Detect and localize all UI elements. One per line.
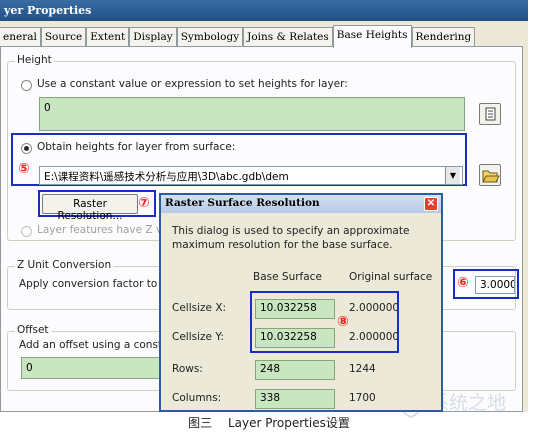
- tab-source[interactable]: Source: [40, 27, 87, 47]
- window-titlebar: yer Properties: [0, 0, 528, 21]
- raster-surface-resolution-dialog: Raster Surface Resolution ✕ This dialog …: [159, 193, 443, 412]
- z-unit-text: Apply conversion factor to pl: [19, 278, 171, 290]
- offset-text: Add an offset using a consta: [19, 339, 169, 351]
- dialog-titlebar: Raster Surface Resolution ✕: [161, 195, 441, 213]
- columns-original: 1700: [349, 392, 376, 404]
- tab-rendering[interactable]: Rendering: [411, 27, 476, 47]
- expression-button[interactable]: [479, 103, 501, 125]
- constant-value-field[interactable]: 0: [39, 97, 465, 131]
- offset-group-label: Offset: [15, 324, 51, 336]
- height-group-label: Height: [15, 54, 54, 66]
- column-original-surface: Original surface: [349, 271, 433, 283]
- raster-resolution-button[interactable]: Raster Resolution...: [42, 194, 138, 222]
- tab-joins-relates[interactable]: Joins & Relates: [243, 27, 333, 47]
- tab-general[interactable]: eneral: [0, 27, 41, 47]
- cellsize-highlight-box: [250, 291, 399, 353]
- marker-8: ⑧: [337, 314, 349, 330]
- z-factor-field[interactable]: 3.0000: [475, 276, 515, 294]
- tab-display[interactable]: Display: [129, 27, 177, 47]
- layer-features-radio[interactable]: [21, 226, 32, 237]
- tab-strip: eneral Source Extent Display Symbology J…: [0, 25, 476, 48]
- figure-caption: 图三 Layer Properties设置: [188, 416, 350, 430]
- screenshot: yer Properties eneral Source Extent Disp…: [0, 0, 538, 439]
- cellsize-y-label: Cellsize Y:: [172, 331, 224, 343]
- constant-option-label: Use a constant value or expression to se…: [37, 78, 348, 90]
- open-folder-icon: [482, 170, 500, 183]
- surface-radio[interactable]: [21, 143, 32, 154]
- rows-label: Rows:: [172, 363, 203, 375]
- surface-option-label: Obtain heights for layer from surface:: [37, 141, 236, 153]
- rows-original: 1244: [349, 363, 376, 375]
- columns-base-field[interactable]: 338: [255, 389, 335, 409]
- constant-radio[interactable]: [21, 80, 32, 91]
- rows-base-field[interactable]: 248: [255, 360, 335, 380]
- tab-symbology[interactable]: Symbology: [176, 27, 244, 47]
- tab-extent[interactable]: Extent: [86, 27, 130, 47]
- surface-path-combo[interactable]: E:\课程资料\遥感技术分析与应用\3D\abc.gdb\dem: [39, 166, 463, 185]
- tab-base-heights[interactable]: Base Heights: [332, 25, 412, 48]
- window-title: yer Properties: [4, 4, 92, 17]
- marker-5: ⑤: [18, 161, 30, 177]
- dialog-title: Raster Surface Resolution: [165, 197, 320, 209]
- cellsize-x-label: Cellsize X:: [172, 302, 227, 314]
- columns-label: Columns:: [172, 392, 222, 404]
- z-unit-group-label: Z Unit Conversion: [15, 259, 114, 271]
- dialog-description: This dialog is used to specify an approx…: [172, 225, 410, 251]
- browse-button[interactable]: [479, 164, 501, 186]
- chevron-down-icon[interactable]: ▼: [445, 167, 460, 184]
- layer-features-label: Layer features have Z va: [37, 224, 169, 236]
- close-icon[interactable]: ✕: [424, 197, 438, 211]
- marker-6: ⑥: [457, 275, 469, 291]
- marker-7: ⑦: [138, 195, 150, 211]
- calculator-icon: [485, 107, 496, 121]
- surface-path-value: E:\课程资料\遥感技术分析与应用\3D\abc.gdb\dem: [44, 171, 289, 183]
- column-base-surface: Base Surface: [253, 271, 322, 283]
